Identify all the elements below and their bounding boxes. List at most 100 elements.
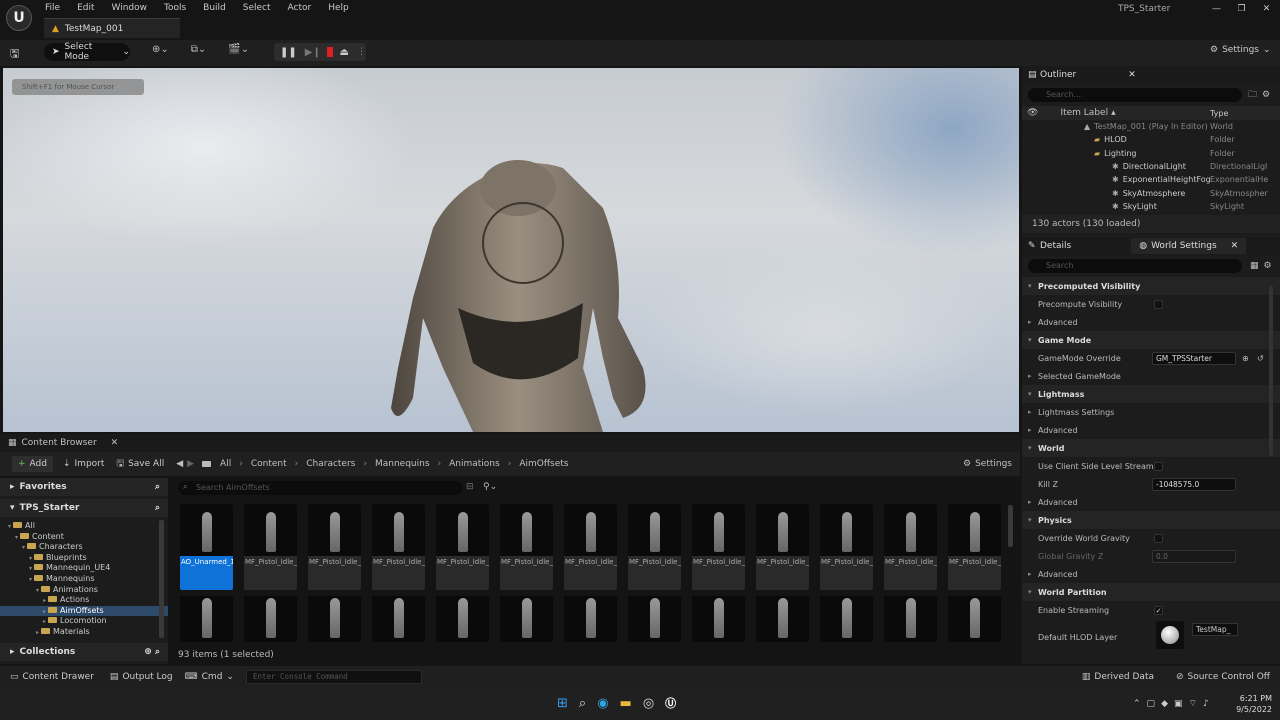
breadcrumb-item[interactable]: All [220,459,231,469]
cb-settings-button[interactable]: ⚙ Settings [963,459,1012,469]
more-icon[interactable]: ⋮ [357,47,366,57]
property-checkbox[interactable]: ✓ [1154,605,1163,615]
folder-tree-item[interactable]: ▾ Content [0,532,168,543]
folder-tree-item[interactable]: ▾ Mannequins [0,574,168,585]
output-log-button[interactable]: ▤ Output Log [104,669,179,685]
breadcrumb-item[interactable]: Characters [306,459,355,469]
table-view-icon[interactable]: ▦ [1250,261,1259,271]
property-checkbox[interactable] [1154,461,1163,471]
menu-tools[interactable]: Tools [164,3,186,13]
asset-tile[interactable]: MF_Pistol_Idle_ADS_AO_CU [372,504,425,590]
maximize-icon[interactable]: ❐ [1229,4,1254,14]
outliner-row[interactable]: ✱ DirectionalLight DirectionalLigl [1022,160,1280,173]
add-collection-icon[interactable]: ⊕ ⌕ [144,647,160,657]
select-mode-button[interactable]: ➤ Select Mode ⌄ [44,42,130,62]
property-value[interactable]: GM_TPSStarter [1152,351,1236,365]
tab-world-settings[interactable]: ◍ World Settings ✕ [1131,238,1247,255]
outliner-row[interactable]: ✱ ExponentialHeightFog ExponentialHe [1022,173,1280,186]
property-category[interactable]: ▾ Precomputed Visibility [1022,277,1280,296]
search-icon[interactable]: ⌕ [579,696,586,711]
folder-tree-item[interactable]: ▾ Animations [0,585,168,596]
search-icon[interactable]: ⌕ [155,482,160,492]
asset-thumbnail[interactable] [692,596,745,642]
map-tab[interactable]: ▲ TestMap_001 [44,18,180,38]
search-icon[interactable]: ⌕ [155,503,160,513]
eject-icon[interactable]: ⏏ [340,47,349,58]
property-subgroup[interactable]: ▸ Advanced [1022,493,1280,511]
add-folder-icon[interactable]: 🗀 [1248,87,1257,103]
asset-thumbnail[interactable] [884,596,937,642]
property-category[interactable]: ▾ Game Mode [1022,331,1280,350]
asset-tile[interactable]: MF_Pistol_Idle_ADS_AO_LBD [500,504,553,590]
folder-tree-item[interactable]: ▸ Locomotion [0,616,168,627]
asset-thumbnail[interactable] [500,596,553,642]
menu-file[interactable]: File [45,3,60,13]
asset-thumbnail[interactable] [244,596,297,642]
tray-icon[interactable]: ▢ [1147,699,1156,709]
property-subgroup[interactable]: ▸ Advanced [1022,313,1280,331]
asset-thumbnail[interactable] [436,596,489,642]
menu-build[interactable]: Build [203,3,226,13]
close-window-icon[interactable]: ✕ [1254,4,1279,14]
browse-icon[interactable]: ⊕ [1242,354,1249,363]
asset-tile[interactable]: MF_Pistol_Idle_ADS_AO_RBD [884,504,937,590]
settings-button[interactable]: ⚙ Settings ⌄ [1210,45,1271,55]
back-icon[interactable]: ◀ [176,459,183,469]
close-tab-icon[interactable]: ✕ [1231,241,1239,251]
save-icon[interactable]: 🖫 [10,45,19,64]
asset-thumbnail[interactable] [564,596,617,642]
asset-thumbnail[interactable] [180,596,233,642]
favorites-section[interactable]: ▸ Favorites ⌕ [0,478,168,496]
add-button[interactable]: + Add [12,456,53,472]
hlod-value[interactable]: TestMap_ [1192,623,1238,637]
tree-scrollbar[interactable] [159,520,164,638]
app-icon[interactable]: ◎ [643,696,654,711]
asset-tile[interactable]: MF_Pistol_Idle_ADS_AO_LC [628,504,681,590]
cinematics-icon[interactable]: 🎬⌄ [228,44,249,55]
asset-scrollbar[interactable] [1008,505,1013,547]
folder-tree-item[interactable]: ▸ AimOffsets [0,605,168,617]
asset-thumbnail[interactable] [628,596,681,642]
asset-tile[interactable]: MF_Pistol_Idle_ADS_AO_RBU [948,504,1001,590]
source-control-button[interactable]: ⊘ Source Control Off [1170,669,1276,685]
folder-tree-item[interactable]: ▾ Blueprints [0,553,168,564]
content-drawer-button[interactable]: ▭ Content Drawer [4,669,100,685]
asset-tile[interactable]: MF_Pistol_Idle_ADS_AO_LU [756,504,809,590]
blueprint-icon[interactable]: ⧉⌄ [191,44,207,55]
asset-thumbnail[interactable] [372,596,425,642]
console-input[interactable]: Enter Console Command [245,670,422,684]
breadcrumb-item[interactable]: Mannequins [375,459,430,469]
tray-icon[interactable]: ◆ [1161,699,1168,709]
folder-tree-item[interactable]: ▾ Characters [0,542,168,553]
unreal-logo-icon[interactable]: U [6,5,32,31]
project-section[interactable]: ▾ TPS_Starter ⌕ [0,499,168,517]
breadcrumb-item[interactable]: Animations [449,459,500,469]
breadcrumb-item[interactable]: AimOffsets [519,459,568,469]
menu-edit[interactable]: Edit [77,3,94,13]
level-viewport[interactable] [3,68,1019,432]
wifi-icon[interactable]: ⌔ [1189,698,1197,709]
close-tab-icon[interactable]: ✕ [111,438,119,448]
folder-tree-item[interactable]: ▸ Materials [0,627,168,638]
pause-icon[interactable]: ❚❚ [280,47,297,58]
property-subgroup[interactable]: ▸ Advanced [1022,565,1280,583]
menu-help[interactable]: Help [328,3,349,13]
asset-tile[interactable]: MF_Pistol_Idle_ADS_AO_CC [244,504,297,590]
asset-tile[interactable]: MF_Pistol_Idle_ADS_AO_LD [692,504,745,590]
outliner-row[interactable]: ▰ HLOD Folder [1022,133,1280,146]
asset-thumbnail[interactable] [308,596,361,642]
asset-thumbnail[interactable] [820,596,873,642]
volume-icon[interactable]: ♪ [1203,699,1209,709]
asset-tile[interactable]: MF_Pistol_Idle_ADS_AO_CD [308,504,361,590]
property-checkbox[interactable] [1154,299,1163,309]
save-all-button[interactable]: 🖫 Save All [110,456,170,472]
asset-search-input[interactable]: Search AimOffsets [178,481,462,495]
property-value[interactable]: -1048575.0 [1152,477,1236,491]
outliner-row[interactable]: ▰ Lighting Folder [1022,147,1280,160]
clock[interactable]: 6:21 PM 9/5/2022 [1232,693,1272,715]
property-subgroup[interactable]: ▸ Advanced [1022,421,1280,439]
folder-tree-item[interactable]: ▾ Mannequin_UE4 [0,563,168,574]
property-category[interactable]: ▾ Lightmass [1022,385,1280,404]
property-checkbox[interactable] [1154,533,1163,543]
minimize-icon[interactable]: — [1204,4,1229,14]
